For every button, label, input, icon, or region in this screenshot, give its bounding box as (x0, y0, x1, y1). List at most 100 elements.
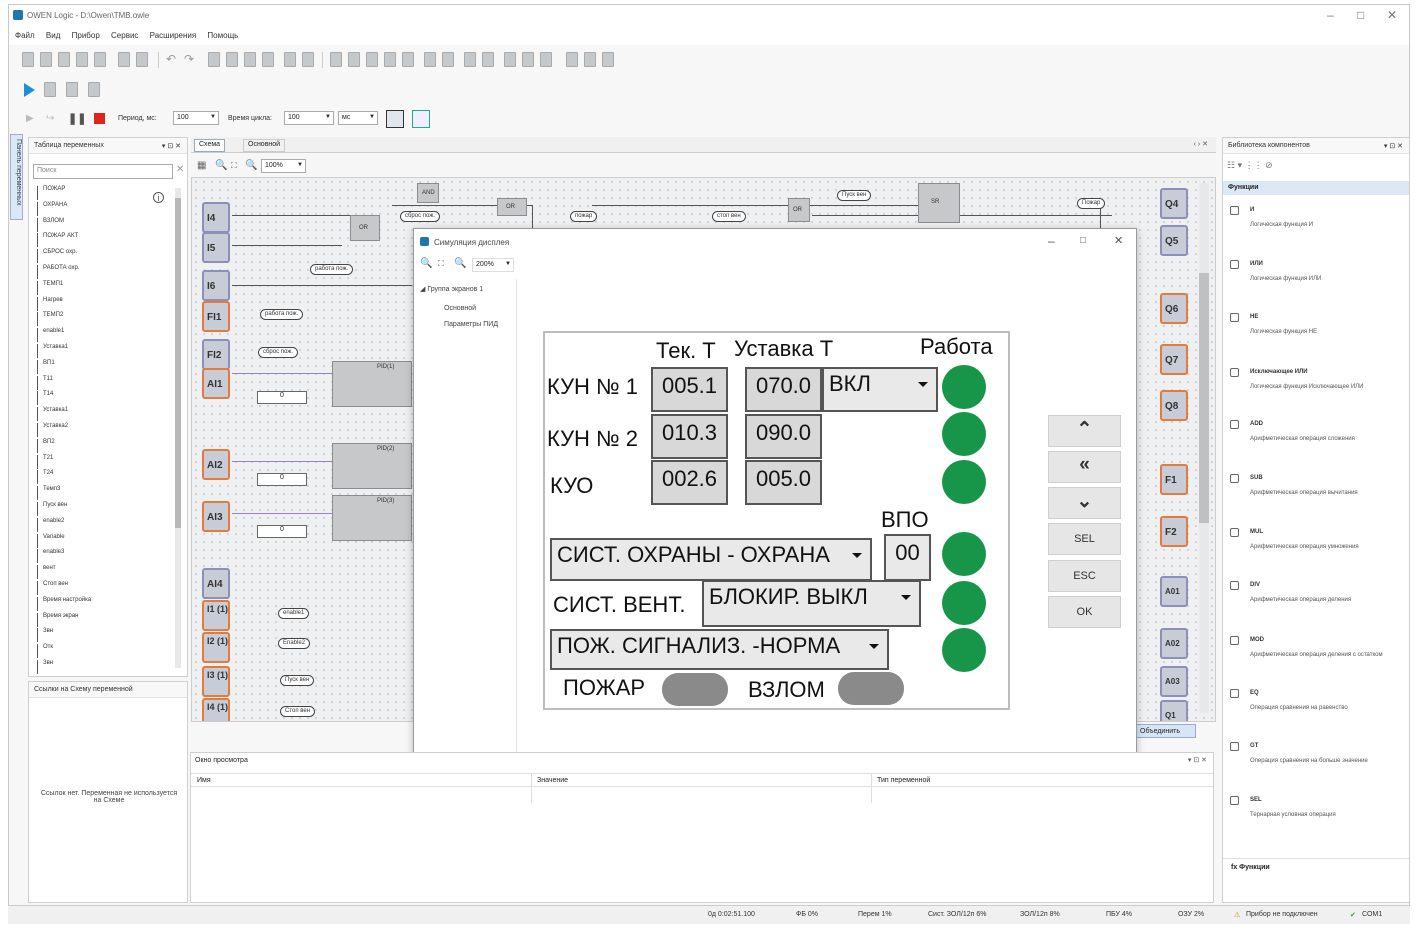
setpoint-kun1[interactable]: 070.0 (745, 367, 822, 412)
minimize-button[interactable]: – (1327, 8, 1334, 22)
cycle-input[interactable]: 100 ▼ (284, 111, 334, 125)
variable-tag[interactable]: Стоп вен (280, 706, 316, 717)
ok-button[interactable]: OK (1048, 596, 1121, 628)
variable-tag[interactable]: enable1 (278, 608, 310, 619)
table-icon[interactable] (584, 52, 596, 67)
variable-list-item[interactable]: Звн (37, 660, 53, 674)
input-I1-1[interactable]: I1 (1) (202, 600, 230, 631)
align-left-icon[interactable] (330, 52, 342, 67)
distribute-v-icon[interactable] (442, 52, 454, 67)
variable-list-item[interactable]: Уставка1 (37, 344, 68, 358)
redo-icon[interactable]: ↷ (184, 52, 194, 66)
variable-list-item[interactable]: Время экран (37, 612, 78, 627)
fit-icon[interactable]: ⛶ (438, 259, 444, 269)
variable-list-item[interactable]: ПОЖАР АКТ (37, 233, 78, 248)
status-port[interactable]: COM1 (1362, 911, 1382, 918)
screen-edit-icon[interactable] (412, 110, 430, 128)
read-device-icon[interactable] (262, 52, 274, 67)
logic-block-or[interactable]: OR (497, 198, 527, 216)
watch-column-type[interactable]: Тип переменной (877, 777, 930, 784)
variable-tag[interactable]: сброс пож. (400, 211, 440, 222)
search-device-icon[interactable] (226, 52, 238, 67)
variables-side-tab[interactable]: Панель переменных (10, 134, 23, 220)
nav-left-button[interactable]: « (1048, 451, 1121, 483)
variable-list-item[interactable]: Т21 (37, 454, 53, 469)
setpoint-kun2[interactable]: 090.0 (745, 414, 822, 459)
input-AI1[interactable]: AI1 (202, 368, 230, 399)
save-icon[interactable] (58, 52, 70, 67)
maximize-button[interactable]: □ (1357, 8, 1364, 22)
variable-list-item[interactable]: Т11 (37, 375, 53, 390)
variable-tag[interactable]: Пожар (1077, 198, 1106, 209)
setpoint-kuo[interactable]: 005.0 (745, 460, 822, 505)
output-Q1[interactable]: Q1 (1160, 700, 1188, 721)
menu-help[interactable]: Помощь (207, 31, 238, 40)
new-file-icon[interactable] (22, 52, 34, 67)
security-system-select[interactable]: СИСТ. ОХРАНЫ - ОХРАНА (550, 538, 872, 581)
variable-list-item[interactable]: Уставка1 (37, 407, 68, 422)
distribute-h-icon[interactable] (424, 52, 436, 67)
simulation-play-icon[interactable] (24, 83, 35, 97)
save-all-icon[interactable] (76, 52, 88, 67)
input-I4-1[interactable]: I4 (1) (202, 698, 230, 721)
vent-select[interactable]: БЛОКИР. ВЫКЛ (702, 580, 921, 627)
fit-icon[interactable]: ⛶ (231, 161, 237, 171)
variable-list-item[interactable]: Стоп вен (37, 581, 68, 595)
info-icon[interactable]: i (153, 192, 164, 203)
diagram-vscroll[interactable] (1199, 183, 1209, 713)
macro-icon[interactable] (566, 52, 578, 67)
library-section-header[interactable]: Функции (1223, 181, 1409, 195)
variable-list-item[interactable]: СБРОС охр. (37, 249, 77, 264)
menu-file[interactable]: Файл (15, 31, 35, 40)
variable-tag[interactable]: Пуск вен (837, 190, 872, 201)
logic-block-or[interactable]: OR (350, 215, 380, 241)
same-height-icon[interactable] (482, 52, 494, 67)
watch-controls[interactable]: ▾ ⊡ ✕ (1188, 756, 1207, 764)
variable-tag[interactable]: Пуск вен (280, 675, 315, 686)
output-A03[interactable]: A03 (1160, 666, 1188, 697)
nav-page-down-button[interactable]: ⌄ (1048, 487, 1121, 519)
menu-view[interactable]: Вид (46, 31, 60, 40)
zoom-in-icon[interactable]: 🔍 (420, 258, 432, 269)
variables-scrollbar[interactable] (175, 188, 181, 668)
write-device-icon[interactable] (244, 52, 256, 67)
const-box[interactable]: 0 (257, 391, 307, 404)
output-F2[interactable]: F2 (1160, 516, 1188, 547)
dialog-minimize-button[interactable]: – (1048, 234, 1055, 248)
variable-tag[interactable]: сброс пож. (258, 347, 298, 358)
pid-block-3[interactable]: PID(3) (332, 495, 412, 541)
output-Q4[interactable]: Q4 (1160, 188, 1188, 219)
close-button[interactable]: ✕ (1387, 8, 1397, 22)
variables-search-input[interactable]: Поиск (33, 164, 173, 179)
zoom-out-icon[interactable]: 🔍 (454, 258, 466, 269)
variable-list-item[interactable]: РАБОТА охр. (37, 265, 80, 279)
logic-block-sr[interactable]: SR (918, 183, 960, 223)
dialog-maximize-button[interactable]: □ (1080, 235, 1086, 246)
pid-block-2[interactable]: PID(2) (332, 443, 412, 489)
display-sim-icon[interactable] (386, 110, 404, 128)
print-icon[interactable] (94, 52, 106, 67)
device-icon[interactable] (208, 52, 220, 67)
sel-button[interactable]: SEL (1048, 523, 1121, 555)
watch-column-name[interactable]: Имя (197, 777, 211, 784)
tree-group[interactable]: ◢ Группа экранов 1 (420, 285, 483, 293)
step-icon[interactable] (44, 82, 56, 97)
nav-page-up-button[interactable]: ⌃ (1048, 415, 1121, 447)
input-AI4[interactable]: AI4 (202, 568, 230, 599)
variable-list-item[interactable]: Пуск вен (37, 502, 67, 516)
variable-list-item[interactable]: Отк (37, 644, 53, 659)
input-I6[interactable]: I6 (202, 270, 230, 301)
open-file-icon[interactable] (40, 52, 52, 67)
menu-service[interactable]: Сервис (111, 31, 138, 40)
logic-block-or[interactable]: OR (788, 198, 810, 222)
align-top-icon[interactable] (384, 52, 396, 67)
input-I2-1[interactable]: I2 (1) (202, 632, 230, 663)
pid-block-1[interactable]: PID(1) (332, 361, 412, 407)
period-input[interactable]: 100 ▼ (173, 111, 219, 125)
variable-list-item[interactable]: ТЕМП1 (37, 280, 63, 295)
input-FI1[interactable]: FI1 (202, 301, 230, 332)
input-I3-1[interactable]: I3 (1) (202, 666, 230, 697)
input-I4[interactable]: I4 (202, 202, 230, 233)
library-icon[interactable] (284, 52, 296, 67)
variable-tag[interactable]: Enable2 (278, 638, 311, 649)
